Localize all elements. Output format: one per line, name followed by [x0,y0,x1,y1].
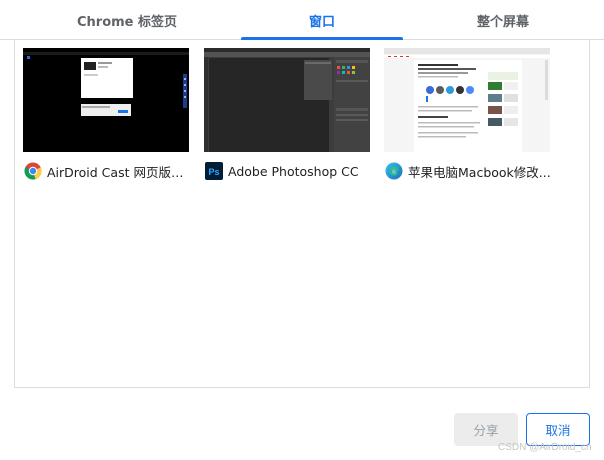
tab-chrome-tabs[interactable]: Chrome 标签页 [44,0,210,40]
window-item-photoshop[interactable]: Ps Adobe Photoshop CC [204,48,370,186]
window-picker: AirDroid Cast 网页版：... Ps Adobe Photoshop… [14,40,590,388]
watermark: CSDN @AirDroid_cn [498,442,592,453]
window-item-label: AirDroid Cast 网页版：... [23,160,193,182]
window-item-edge-article[interactable]: 苹果电脑Macbook修改... [384,48,551,186]
window-thumbnail [204,48,370,152]
photoshop-icon: Ps [204,161,224,181]
window-title: AirDroid Cast 网页版：... [47,164,193,180]
window-title: 苹果电脑Macbook修改... [408,164,551,180]
window-item-label: 苹果电脑Macbook修改... [384,160,554,182]
tab-window[interactable]: 窗口 [241,0,403,40]
svg-text:Ps: Ps [208,167,219,177]
window-item-airdroid[interactable]: AirDroid Cast 网页版：... [23,48,193,186]
source-tabs: Chrome 标签页 窗口 整个屏幕 [0,0,604,40]
window-thumbnail [23,48,189,152]
window-title: Adobe Photoshop CC [228,163,359,179]
edge-icon [384,161,404,181]
window-thumbnail [384,48,550,152]
tab-entire-screen[interactable]: 整个屏幕 [420,0,586,40]
chrome-icon [23,161,43,181]
window-item-label: Ps Adobe Photoshop CC [204,160,374,182]
